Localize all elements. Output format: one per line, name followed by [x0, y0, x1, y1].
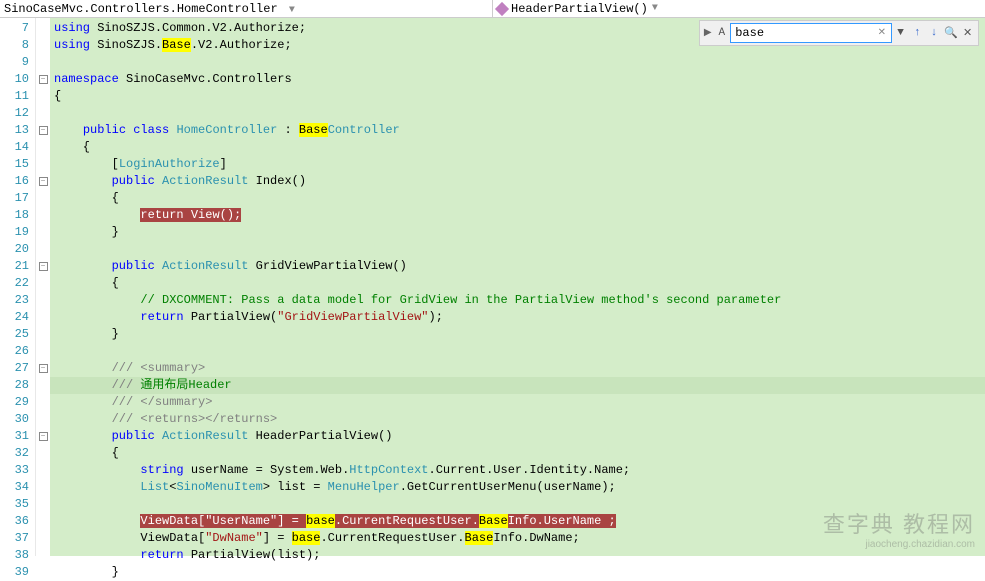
watermark: 查字典 教程网 jiaocheng.chazidian.com	[823, 507, 975, 550]
fold-toggle[interactable]: −	[36, 71, 50, 88]
dropdown-icon: ▼	[652, 3, 658, 14]
fold-toggle[interactable]: −	[36, 122, 50, 139]
fold-toggle[interactable]: −	[36, 258, 50, 275]
class-selector[interactable]: SinoCaseMvc.Controllers.HomeController ▼	[0, 0, 493, 17]
find-next-icon[interactable]: ↓	[927, 24, 942, 42]
find-input[interactable]	[730, 23, 892, 43]
class-name: SinoCaseMvc.Controllers.HomeController	[4, 2, 278, 16]
method-name: HeaderPartialView()	[511, 2, 648, 16]
navigation-bar: SinoCaseMvc.Controllers.HomeController ▼…	[0, 0, 985, 18]
method-selector[interactable]: HeaderPartialView() ▼	[493, 0, 985, 17]
fold-toggle[interactable]: −	[36, 360, 50, 377]
find-prev-icon[interactable]: ↑	[910, 24, 925, 42]
code-area[interactable]: using SinoSZJS.Common.V2.Authorize; usin…	[50, 18, 985, 556]
find-mode-icon[interactable]: A	[714, 24, 729, 42]
dropdown-icon[interactable]: ▼	[893, 24, 908, 42]
fold-toggle[interactable]: −	[36, 173, 50, 190]
fold-toggle[interactable]: −	[36, 428, 50, 445]
dropdown-icon: ▼	[289, 5, 295, 16]
editor: 7891011121314151617181920212223242526272…	[0, 18, 985, 556]
find-in-files-icon[interactable]: 🔍	[943, 24, 958, 42]
line-numbers: 7891011121314151617181920212223242526272…	[0, 18, 36, 556]
method-icon	[495, 1, 509, 15]
close-icon[interactable]: ✕	[960, 24, 975, 42]
expand-icon[interactable]: ▶	[702, 27, 713, 39]
find-toolbar: ▶ A ✕ ▼ ↑ ↓ 🔍 ✕	[699, 20, 979, 46]
clear-icon[interactable]: ✕	[878, 27, 886, 39]
fold-margin: − − − − − −	[36, 18, 50, 556]
